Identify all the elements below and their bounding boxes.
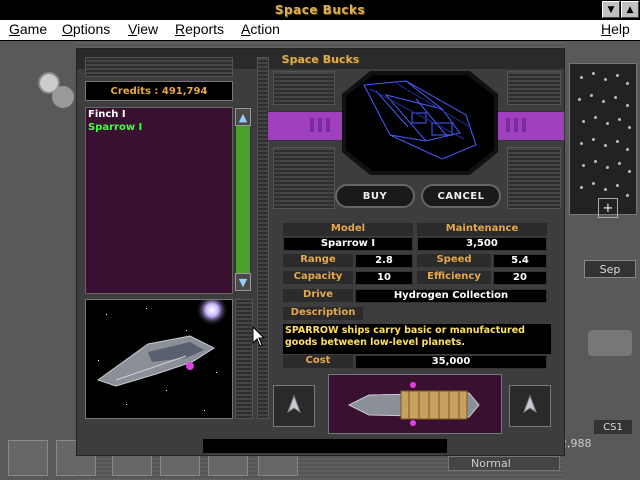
model-label: Model [283,223,413,236]
ship-blueprint-display [346,75,494,171]
menu-game[interactable]: Game [9,21,47,37]
mouse-cursor-icon [252,326,266,347]
starmap-grid[interactable] [569,63,637,215]
month-display: Sep [584,260,636,278]
decor-grill [85,57,233,77]
scroll-down-button[interactable]: ▼ [235,273,251,291]
ship-topdown-icon [347,382,480,426]
sector-code: CS1 [594,420,632,434]
capacity-label: Capacity [283,271,353,284]
maximize-button[interactable]: ▲ [621,1,639,18]
buy-button[interactable]: BUY [335,184,415,208]
app-titlebar: Space Bucks ▼ ▲ [0,0,640,20]
decor-grill [273,147,335,209]
zoom-in-button[interactable]: + [598,198,618,218]
purple-rail-right [497,111,565,141]
ship-left-icon [286,394,302,414]
ship-purchase-dialog: Space Bucks Credits : 491,794 Finch I Sp… [76,48,565,456]
credits-display: Credits : 491,794 [85,81,233,101]
decor-grill [273,71,335,105]
menu-reports[interactable]: Reports [175,21,224,37]
ship-list[interactable]: Finch I Sparrow I [85,107,233,294]
app-title: Space Bucks [274,3,366,17]
decor-grill [507,71,561,105]
ship-list-item[interactable]: Finch I [86,108,232,121]
blueprint-ship-icon [363,80,477,160]
speed-value: 5.4 [493,254,547,268]
drive-value: Hydrogen Collection [355,289,547,303]
menu-view[interactable]: View [128,21,158,37]
menu-action[interactable]: Action [241,21,280,37]
dialog-title: Space Bucks [281,52,360,66]
cancel-button[interactable]: CANCEL [421,184,501,208]
description-text: SPARROW ships carry basic or manufacture… [283,324,551,354]
range-value: 2.8 [355,254,413,268]
next-ship-button[interactable] [509,385,551,427]
maintenance-label: Maintenance [417,223,547,236]
maintenance-value: 3,500 [417,237,547,251]
dialog-status-bar [203,439,447,453]
purple-rail-left [267,111,345,141]
efficiency-value: 20 [493,271,547,285]
menu-bar: Game Options View Reports Action Help [0,20,640,41]
menu-options[interactable]: Options [62,21,110,37]
speed-mode-display[interactable]: Normal [448,456,560,471]
capacity-value: 10 [355,271,413,285]
model-value: Sparrow I [283,237,413,251]
drive-label: Drive [283,289,353,302]
arrow-down-icon: ▼ [238,275,248,289]
minimize-button[interactable]: ▼ [602,1,620,18]
maximize-icon: ▲ [626,4,634,15]
ship-preview-image [85,299,233,419]
minimize-icon: ▼ [607,4,615,15]
cost-value: 35,000 [355,355,547,369]
ship-right-icon [522,394,538,414]
arrow-up-icon: ▲ [238,110,248,124]
menu-help[interactable]: Help [601,21,630,37]
description-label: Description [283,307,363,320]
scroll-up-button[interactable]: ▲ [235,108,251,126]
range-label: Range [283,254,353,267]
ship-list-item[interactable]: Sparrow I [86,121,232,134]
handshake-icon[interactable] [588,330,632,356]
ship-topdown-view [328,374,502,434]
prev-ship-button[interactable] [273,385,315,427]
efficiency-label: Efficiency [417,271,491,284]
ship-list-scrollbar[interactable] [235,107,251,292]
planet-icon [52,86,74,108]
tool-icon-1[interactable] [8,440,48,476]
cost-label: Cost [283,355,353,368]
decor-grill [235,299,253,419]
sparrow-ship-icon [96,300,228,387]
speed-label: Speed [417,254,491,267]
decor-grill [507,147,561,209]
